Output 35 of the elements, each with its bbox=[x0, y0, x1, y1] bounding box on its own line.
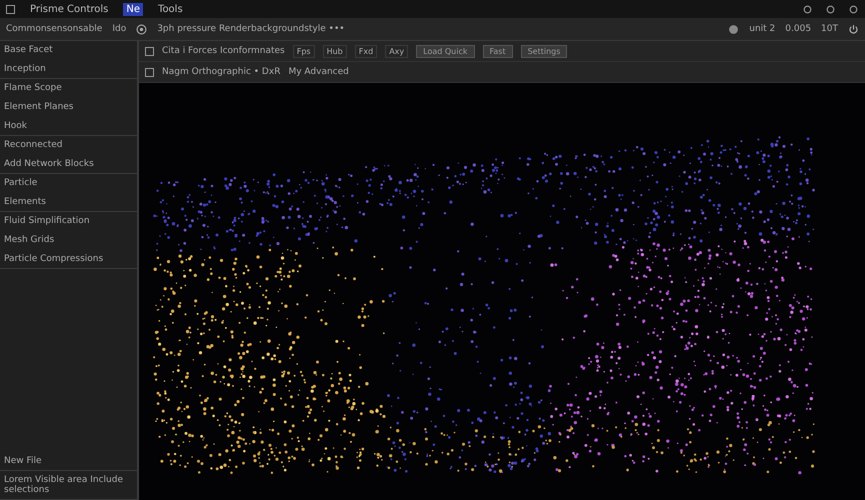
mode-label[interactable]: My Advanced bbox=[288, 67, 349, 77]
status-readout: unit 2 bbox=[749, 24, 776, 34]
panel-item[interactable]: Particle bbox=[4, 178, 133, 188]
panel-item[interactable]: Inception bbox=[4, 64, 133, 74]
toolbar-button[interactable]: Settings bbox=[520, 44, 568, 58]
toolbar-label: Commonsensonsable bbox=[6, 24, 102, 34]
panel-item[interactable]: Add Network Blocks bbox=[4, 159, 133, 169]
tool-button[interactable]: Fxd bbox=[354, 44, 378, 58]
view-mode-label: Nagm Orthographic • DxR bbox=[162, 67, 280, 77]
panel-item[interactable]: Lorem Visible area Include selections bbox=[4, 475, 133, 495]
toolbar-button[interactable]: Fast bbox=[482, 44, 513, 58]
panel-item[interactable]: Base Facet bbox=[4, 45, 133, 55]
panel-item[interactable]: Flame Scope bbox=[4, 83, 133, 93]
tool-button[interactable]: Axy bbox=[385, 44, 408, 58]
toolbar-button[interactable]: Load Quick bbox=[416, 44, 474, 58]
panel-item[interactable]: Fluid Simplification bbox=[4, 216, 133, 226]
tool-button[interactable]: Fps bbox=[292, 44, 315, 58]
panel-item[interactable]: Elements bbox=[4, 197, 133, 207]
panel-item[interactable]: Reconnected bbox=[4, 140, 133, 150]
viewport-title: Cita i Forces Iconformnates bbox=[162, 46, 285, 56]
panel-item[interactable]: Element Planes bbox=[4, 102, 133, 112]
power-icon[interactable] bbox=[848, 24, 859, 34]
menu-item[interactable]: Tools bbox=[155, 2, 186, 16]
status-readout: 0.005 bbox=[785, 24, 812, 34]
menu-item[interactable]: Ne bbox=[123, 2, 144, 16]
panel-item[interactable]: Mesh Grids bbox=[4, 235, 133, 245]
status-readout: 10T bbox=[821, 24, 838, 34]
panel-item[interactable]: Hook bbox=[4, 121, 133, 131]
dot-icon[interactable] bbox=[728, 24, 740, 34]
tool-button[interactable]: Hub bbox=[322, 44, 347, 58]
panel-item[interactable]: New File bbox=[4, 456, 133, 466]
menu-item[interactable]: Prisme Controls bbox=[27, 2, 112, 16]
panel-item[interactable]: Particle Compressions bbox=[4, 254, 133, 264]
breadcrumb-path: 3ph pressure Renderbackgroundstyle ••• bbox=[157, 24, 345, 34]
toolbar-label: Ido bbox=[112, 24, 126, 34]
